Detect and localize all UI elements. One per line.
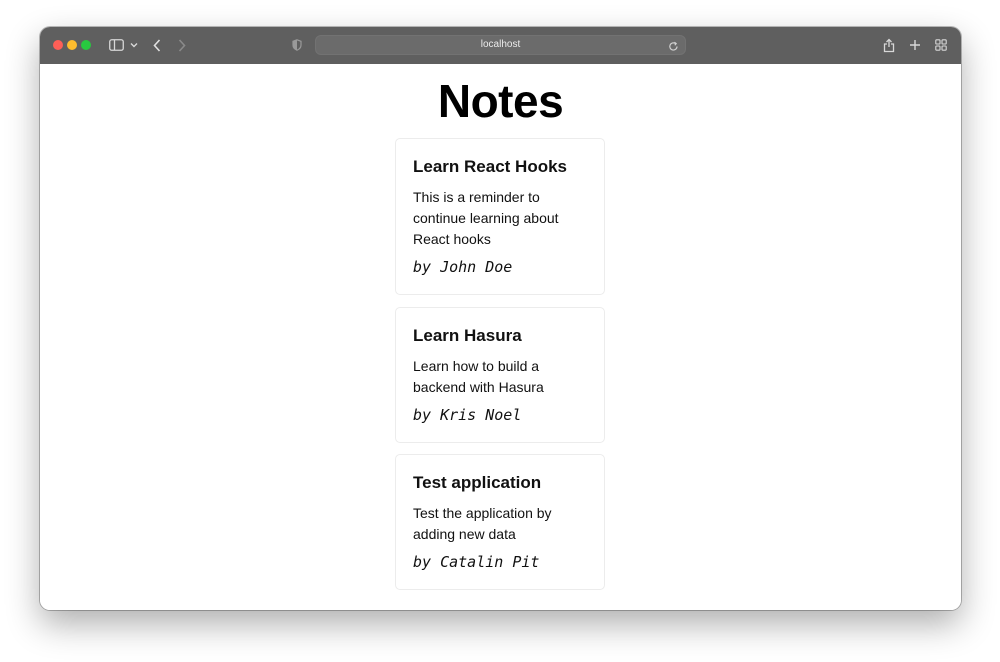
note-title: Test application [413, 473, 542, 492]
page-content: Notes Learn React Hooks This is a remind… [40, 64, 961, 610]
share-icon[interactable] [882, 36, 896, 54]
note-author: by Kris Noel [413, 406, 522, 424]
note-body: Learn how to build a backend with Hasura [413, 358, 544, 395]
note-body: Test the application by adding new data [413, 505, 552, 542]
browser-window: localhost Notes Learn React Hooks This i… [40, 27, 961, 610]
minimize-window-button[interactable] [67, 40, 77, 50]
back-icon[interactable] [151, 36, 163, 54]
chevron-down-icon[interactable] [129, 36, 139, 54]
sidebar-toggle-icon[interactable] [108, 36, 124, 54]
reload-icon[interactable] [668, 39, 679, 57]
note-card: Test application Test the application by… [395, 454, 605, 590]
new-tab-icon[interactable] [908, 36, 922, 54]
note-title: Learn React Hooks [413, 157, 567, 176]
note-card: Learn React Hooks This is a reminder to … [395, 138, 605, 295]
note-body: This is a reminder to continue learning … [413, 189, 559, 247]
forward-icon[interactable] [176, 36, 188, 54]
close-window-button[interactable] [53, 40, 63, 50]
page-title: Notes [437, 75, 564, 127]
tab-overview-icon[interactable] [934, 36, 948, 54]
privacy-shield-icon[interactable] [291, 36, 303, 54]
note-title: Learn Hasura [413, 326, 522, 345]
note-author: by Catalin Pit [413, 553, 540, 571]
zoom-window-button[interactable] [81, 40, 91, 50]
browser-toolbar: localhost [40, 27, 961, 65]
note-card: Learn Hasura Learn how to build a backen… [395, 307, 605, 443]
address-bar[interactable]: localhost [315, 35, 686, 55]
address-text: localhost [480, 39, 521, 50]
note-author: by John Doe [413, 258, 513, 276]
